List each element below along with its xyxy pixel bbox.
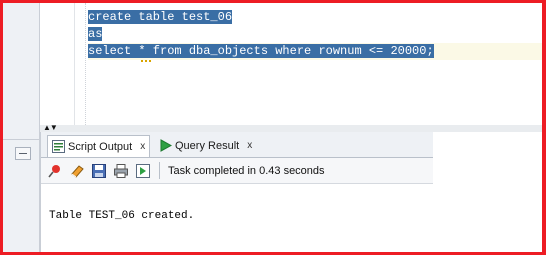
tab-label: Query Result: [175, 139, 240, 152]
panel-splitter[interactable]: [40, 125, 542, 132]
editor-margin-guide: [85, 3, 86, 125]
output-panel: Script Output x Query Result x Task comp…: [40, 132, 542, 252]
close-icon[interactable]: x: [247, 140, 252, 151]
code-text-2: as: [88, 27, 103, 41]
toolbar-separator: [159, 162, 160, 179]
print-icon[interactable]: [113, 163, 129, 179]
code-line-2[interactable]: as: [88, 26, 103, 43]
pin-icon[interactable]: [47, 163, 63, 179]
app-frame: create table test_06 as select * from db…: [3, 3, 542, 252]
collapse-icon[interactable]: [15, 147, 31, 160]
editor-gutter: [40, 3, 75, 125]
code-line-1[interactable]: create table test_06: [88, 9, 233, 26]
output-tabbar: Script Output x Query Result x: [41, 132, 433, 158]
side-divider: [3, 139, 39, 140]
play-arrow-icon: [159, 139, 173, 152]
script-output-text: Table TEST_06 created.: [49, 210, 195, 222]
script-output-icon: [52, 140, 65, 153]
code-text-3: select * from dba_objects where rownum <…: [88, 44, 434, 58]
save-icon[interactable]: [91, 163, 107, 179]
code-line-3[interactable]: select * from dba_objects where rownum <…: [88, 43, 434, 60]
output-toolbar: Task completed in 0.43 seconds: [41, 158, 433, 184]
code-text-1: create table test_06: [88, 10, 233, 24]
eraser-icon[interactable]: [69, 163, 85, 179]
export-icon[interactable]: [135, 163, 151, 179]
tab-query-result[interactable]: Query Result x: [155, 135, 256, 156]
tab-script-output[interactable]: Script Output x: [47, 135, 151, 157]
side-strip: [3, 3, 40, 252]
splitter-arrows-icon[interactable]: ▲▼: [43, 124, 58, 132]
close-icon[interactable]: x: [140, 141, 145, 152]
sql-editor[interactable]: create table test_06 as select * from db…: [75, 3, 542, 125]
status-text: Task completed in 0.43 seconds: [168, 164, 325, 177]
tab-label: Script Output: [68, 140, 133, 153]
warning-squiggle: [141, 57, 151, 62]
